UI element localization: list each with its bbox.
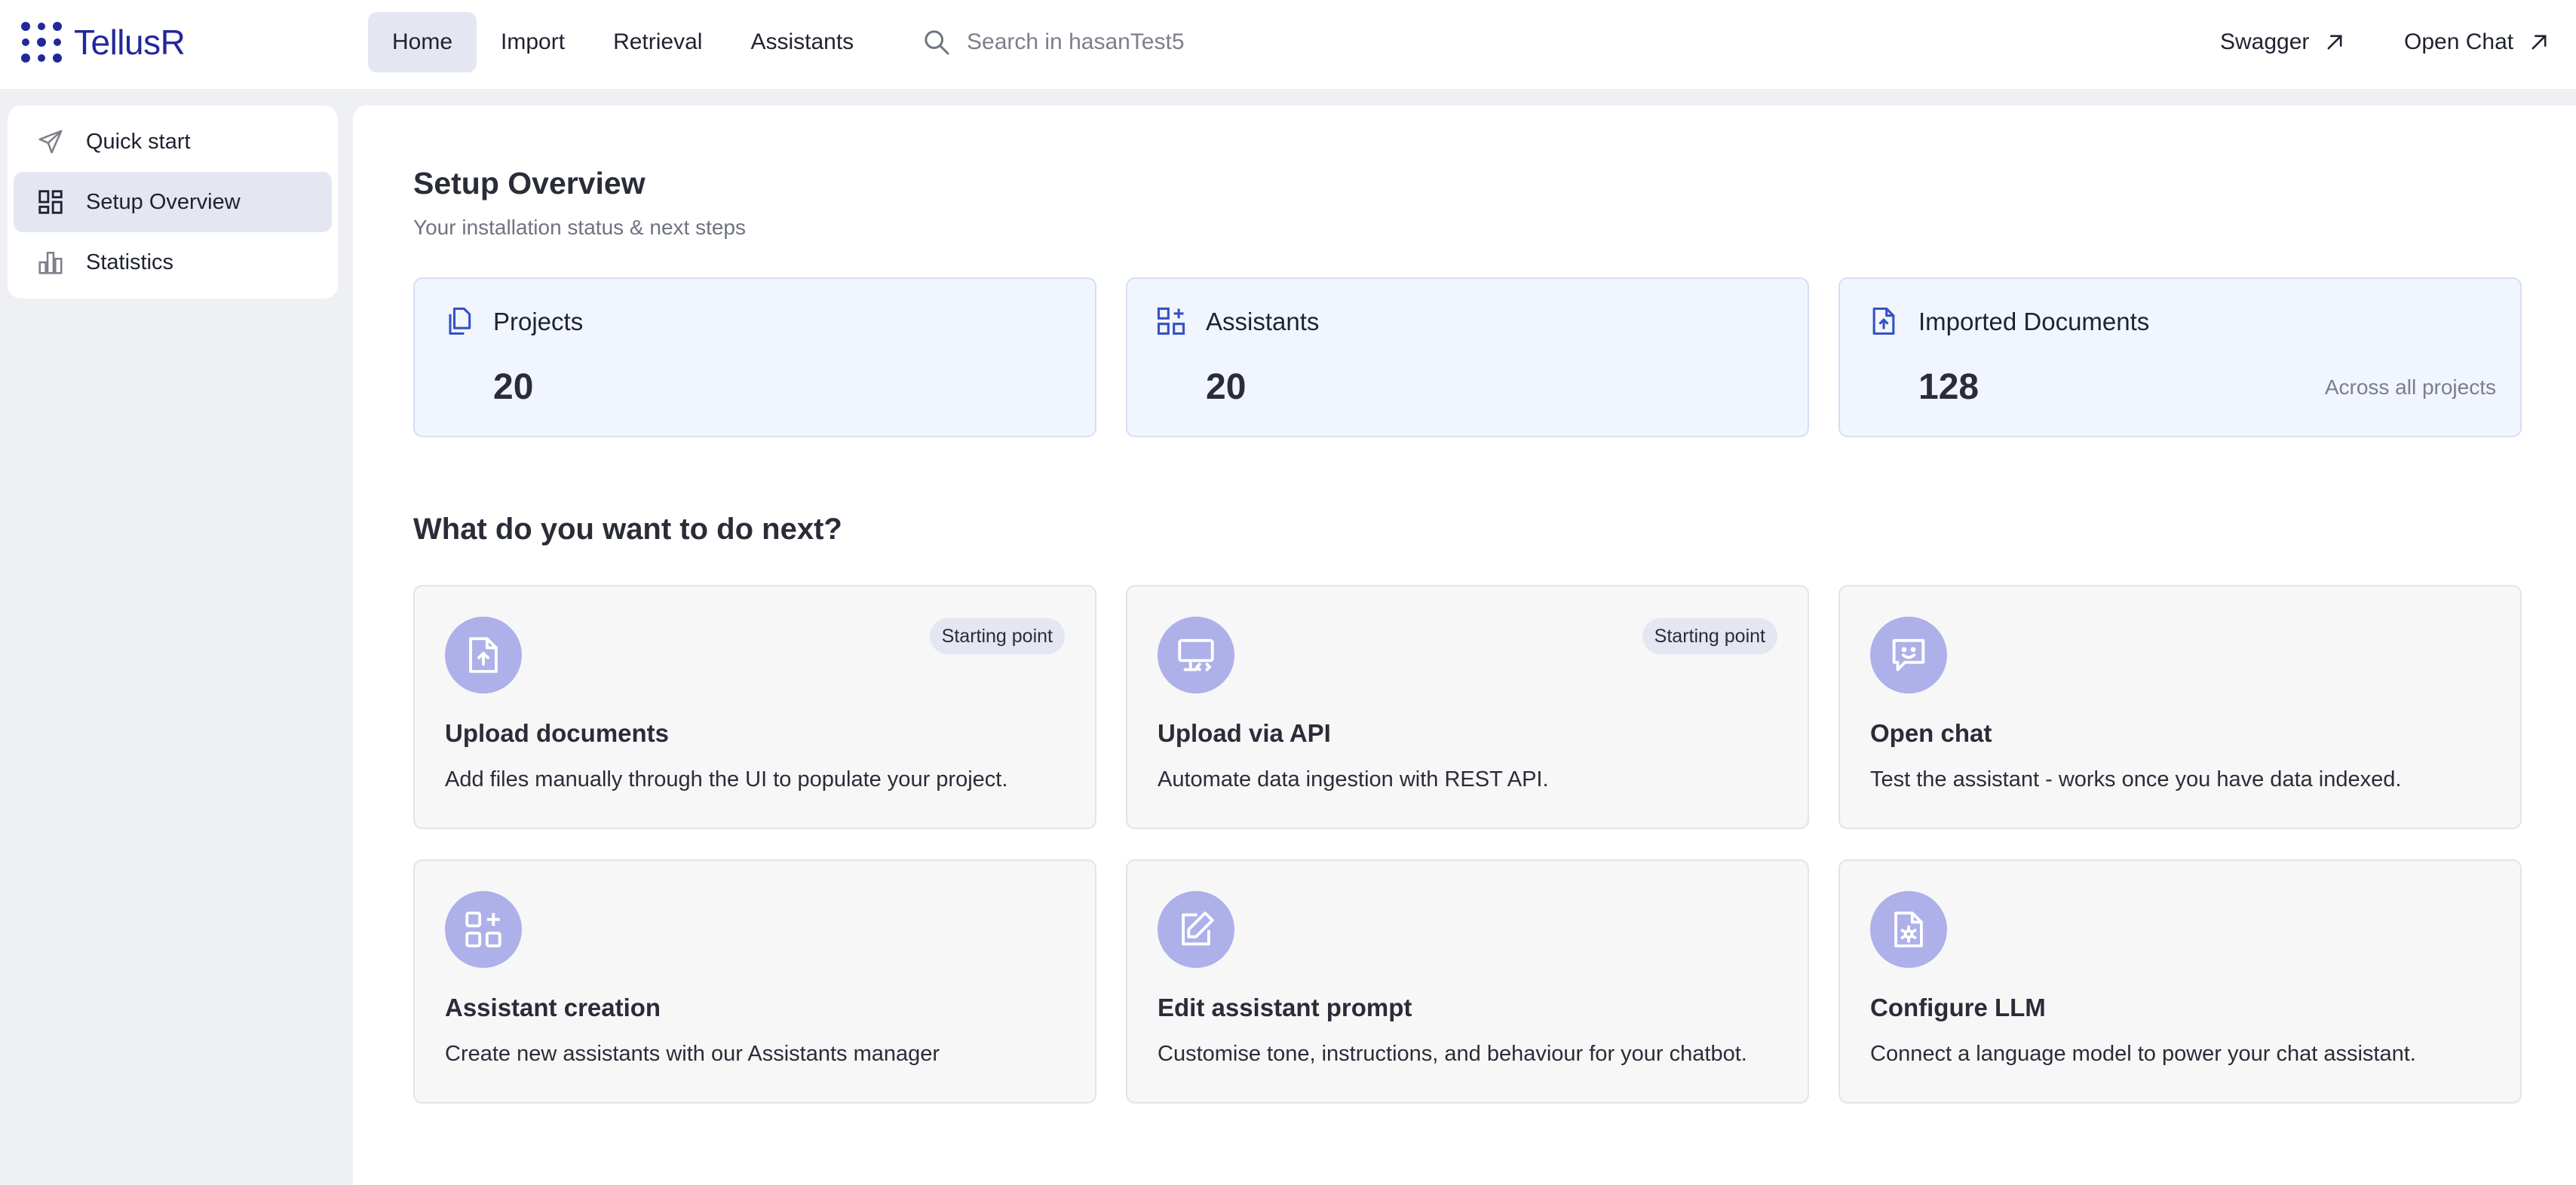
action-card-edit-assistant-prompt[interactable]: Edit assistant prompt Customise tone, in… bbox=[1126, 859, 1809, 1104]
section-title: What do you want to do next? bbox=[413, 513, 842, 546]
files-icon bbox=[449, 307, 471, 335]
action-card-upload-documents[interactable]: Starting point Upload documents Add file… bbox=[413, 585, 1096, 829]
icon-circle bbox=[1158, 617, 1234, 694]
sidebar-item-label: Quick start bbox=[86, 129, 191, 154]
open-chat-link[interactable]: Open Chat bbox=[2404, 23, 2550, 62]
swagger-link-label: Swagger bbox=[2220, 29, 2310, 54]
action-card-upload-via-api[interactable]: Starting point Upload via API Automate d… bbox=[1126, 585, 1809, 829]
stat-label: Imported Documents bbox=[1918, 308, 2150, 335]
action-card-assistant-creation[interactable]: Assistant creation Create new assistants… bbox=[413, 859, 1096, 1104]
stat-value: 128 bbox=[1918, 367, 1980, 407]
grid-plus-icon bbox=[1157, 307, 1185, 335]
action-title: Upload via API bbox=[1158, 719, 1331, 747]
nav-retrieval[interactable]: Retrieval bbox=[589, 12, 726, 72]
sidebar-item-setup-overview[interactable]: Setup Overview bbox=[14, 172, 332, 232]
sidebar-item-statistics[interactable]: Statistics bbox=[14, 232, 332, 292]
starting-point-badge: Starting point bbox=[1642, 618, 1777, 654]
sidebar-item-quick-start[interactable]: Quick start bbox=[14, 112, 332, 172]
sidebar: Quick start Setup Overview Statistics bbox=[8, 106, 338, 299]
bar-chart-icon bbox=[38, 252, 63, 274]
top-bar: TellusR Home Import Retrieval Assistants… bbox=[0, 0, 2576, 89]
action-desc: Test the assistant - works once you have… bbox=[1870, 767, 2402, 792]
icon-circle bbox=[445, 617, 522, 694]
file-upload-icon bbox=[469, 637, 498, 673]
action-title: Upload documents bbox=[445, 719, 670, 747]
action-card-configure-llm[interactable]: Configure LLM Connect a language model t… bbox=[1838, 859, 2522, 1104]
stat-card-imported-documents: Imported Documents 128 Across all projec… bbox=[1838, 277, 2522, 437]
stat-card-projects: Projects 20 bbox=[413, 277, 1096, 437]
action-title: Edit assistant prompt bbox=[1158, 994, 1412, 1021]
nav-import[interactable]: Import bbox=[477, 12, 589, 72]
icon-circle bbox=[1870, 891, 1947, 968]
chat-smile-icon bbox=[1892, 638, 1925, 672]
icon-circle bbox=[1870, 617, 1947, 694]
main-nav: Home Import Retrieval Assistants bbox=[368, 12, 878, 72]
swagger-link[interactable]: Swagger bbox=[2220, 23, 2345, 62]
main-panel: Setup Overview Your installation status … bbox=[353, 106, 2576, 1185]
sidebar-item-label: Statistics bbox=[86, 250, 174, 274]
send-icon bbox=[38, 130, 63, 154]
action-title: Open chat bbox=[1870, 719, 1992, 747]
action-desc: Create new assistants with our Assistant… bbox=[445, 1042, 940, 1066]
stat-card-assistants: Assistants 20 bbox=[1126, 277, 1809, 437]
stat-value: 20 bbox=[1206, 367, 1247, 407]
logo-text: TellusR bbox=[74, 23, 186, 62]
search-box[interactable]: Search in hasanTest5 bbox=[922, 23, 1185, 62]
file-gear-icon bbox=[1894, 911, 1923, 948]
action-desc: Customise tone, instructions, and behavi… bbox=[1158, 1042, 1747, 1066]
grid-plus-icon bbox=[465, 911, 501, 948]
stat-note: Across all projects bbox=[2324, 375, 2496, 399]
monitor-code-icon bbox=[1178, 638, 1214, 672]
action-desc: Automate data ingestion with REST API. bbox=[1158, 767, 1549, 792]
open-chat-link-label: Open Chat bbox=[2404, 29, 2514, 54]
starting-point-badge: Starting point bbox=[929, 618, 1065, 654]
nav-assistants[interactable]: Assistants bbox=[726, 12, 878, 72]
file-upload-icon bbox=[1872, 307, 1895, 335]
icon-circle bbox=[1158, 891, 1234, 968]
search-icon bbox=[925, 30, 949, 55]
action-card-open-chat[interactable]: Open chat Test the assistant - works onc… bbox=[1838, 585, 2522, 829]
external-arrow-icon bbox=[2327, 35, 2342, 50]
logo[interactable]: TellusR bbox=[20, 21, 186, 63]
page-title: Setup Overview bbox=[413, 166, 646, 201]
stat-value: 20 bbox=[493, 367, 534, 407]
stat-label: Assistants bbox=[1206, 308, 1320, 335]
search-input[interactable]: Search in hasanTest5 bbox=[967, 29, 1185, 55]
dashboard-icon bbox=[38, 190, 63, 214]
action-title: Configure LLM bbox=[1870, 994, 2046, 1021]
page-subtitle: Your installation status & next steps bbox=[413, 216, 746, 239]
icon-circle bbox=[445, 891, 522, 968]
external-arrow-icon bbox=[2532, 35, 2547, 50]
nav-home[interactable]: Home bbox=[368, 12, 477, 72]
sidebar-item-label: Setup Overview bbox=[86, 189, 241, 214]
tellusr-logo-icon bbox=[21, 22, 62, 63]
stat-label: Projects bbox=[493, 308, 584, 335]
edit-icon bbox=[1182, 911, 1214, 946]
action-title: Assistant creation bbox=[445, 994, 661, 1021]
action-desc: Connect a language model to power your c… bbox=[1870, 1042, 2416, 1066]
action-desc: Add files manually through the UI to pop… bbox=[445, 767, 1008, 792]
